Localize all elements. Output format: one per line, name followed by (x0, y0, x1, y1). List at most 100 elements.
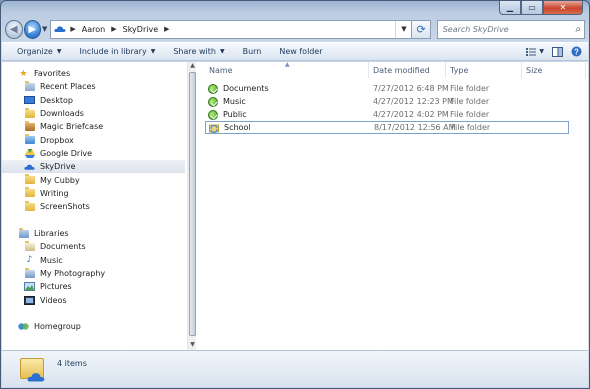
scroll-down-icon[interactable]: ▼ (188, 341, 197, 350)
sidebar-item-dropbox[interactable]: Dropbox (2, 133, 185, 146)
share-with-button[interactable]: Share with ▼ (173, 47, 224, 56)
column-divider[interactable] (368, 62, 369, 78)
sidebar-item-recent-places[interactable]: Recent Places (2, 80, 185, 93)
sidebar-item-screenshots[interactable]: ScreenShots (2, 200, 185, 213)
column-divider[interactable] (445, 62, 446, 78)
column-headers: ▲ Name Date modified Type Size (197, 61, 588, 78)
sidebar-item-my-cubby[interactable]: My Cubby (2, 173, 185, 186)
address-history-dropdown[interactable]: ▼ (395, 20, 411, 38)
breadcrumb-separator-icon[interactable]: ▶ (70, 25, 75, 33)
back-button[interactable]: ◀ (5, 19, 23, 39)
file-date: 7/27/2012 6:48 PM (373, 84, 449, 93)
back-arrow-icon: ◀ (9, 23, 18, 35)
view-details-icon (526, 47, 537, 56)
search-placeholder: Search SkyDrive (442, 24, 509, 34)
file-row[interactable]: Documents 7/27/2012 6:48 PM File folder (205, 82, 569, 95)
refresh-button[interactable]: ⟳ (412, 19, 431, 39)
search-input[interactable]: Search SkyDrive ⌕ (436, 19, 585, 39)
maximize-button[interactable]: ▭ (521, 1, 543, 15)
breadcrumb-skydrive[interactable]: SkyDrive (123, 25, 159, 34)
include-in-library-button[interactable]: Include in library ▼ (79, 47, 155, 56)
burn-button[interactable]: Burn (243, 47, 262, 56)
item-count: 4 items (57, 359, 87, 368)
sidebar-item-pictures[interactable]: Pictures (2, 280, 185, 293)
folder-icon (24, 200, 35, 211)
libraries-section: Libraries Documents ♪ Music My Photograph… (2, 227, 185, 307)
new-folder-button[interactable]: New folder (279, 47, 322, 56)
forward-button[interactable]: ▶ (23, 19, 41, 39)
content-area: ★ Favorites Recent Places Desktop Downlo… (2, 61, 588, 350)
recent-places-icon (24, 80, 35, 91)
sidebar-item-writing[interactable]: Writing (2, 187, 185, 200)
organize-button[interactable]: Organize ▼ (17, 47, 61, 56)
sidebar-item-label: My Photography (40, 269, 106, 279)
file-type: File folder (450, 97, 490, 106)
sidebar-item-downloads[interactable]: Downloads (2, 107, 185, 120)
close-button[interactable]: ✕ (543, 1, 583, 15)
synced-folder-icon (208, 109, 218, 120)
caption-buttons: ▁ ▭ ✕ (499, 1, 583, 15)
sidebar-item-my-photography[interactable]: My Photography (2, 267, 185, 280)
file-row[interactable]: Public 4/27/2012 4:02 PM File folder (205, 108, 569, 121)
sidebar-item-desktop[interactable]: Desktop (2, 94, 185, 107)
file-date: 4/27/2012 4:02 PM (373, 110, 449, 119)
sidebar-item-google-drive[interactable]: Google Drive (2, 147, 185, 160)
sidebar-item-label: Music (40, 255, 63, 265)
skydrive-cloud-icon (26, 368, 46, 387)
column-header-name[interactable]: Name (209, 66, 233, 75)
column-header-date-modified[interactable]: Date modified (373, 66, 430, 75)
file-row-selected[interactable]: School 8/17/2012 12:56 AM File folder (205, 121, 569, 134)
sidebar-item-videos[interactable]: Videos (2, 293, 185, 306)
sidebar-item-skydrive[interactable]: SkyDrive (2, 160, 185, 174)
command-bar: Organize ▼ Include in library ▼ Share with… (2, 42, 588, 61)
breadcrumb-separator-icon[interactable]: ▶ (111, 25, 116, 33)
briefcase-icon (24, 120, 35, 131)
folder-icon (24, 174, 35, 185)
breadcrumb-separator-icon[interactable]: ▶ (164, 25, 169, 33)
google-drive-icon (24, 148, 35, 158)
sidebar-item-label: Writing (40, 188, 69, 198)
preview-pane-button[interactable] (552, 46, 563, 57)
favorites-header[interactable]: ★ Favorites (2, 67, 185, 80)
preview-pane-icon (552, 46, 563, 57)
favorites-section: ★ Favorites Recent Places Desktop Downlo… (2, 67, 185, 213)
libraries-label: Libraries (34, 229, 69, 239)
share-with-label: Share with (173, 47, 216, 56)
organize-label: Organize (17, 47, 53, 56)
homegroup-icon (18, 322, 29, 331)
scrollbar-thumb[interactable] (189, 72, 196, 336)
homegroup-header[interactable]: Homegroup (2, 320, 185, 333)
libraries-header[interactable]: Libraries (2, 227, 185, 240)
downloads-icon (24, 107, 35, 118)
sidebar-item-magic-briefcase[interactable]: Magic Briefcase (2, 120, 185, 133)
column-header-type[interactable]: Type (450, 66, 468, 75)
column-divider[interactable] (585, 62, 586, 78)
file-type: File folder (451, 123, 491, 132)
music-icon: ♪ (26, 255, 33, 266)
photography-icon (24, 267, 35, 278)
change-view-button[interactable]: ▼ (526, 47, 544, 56)
address-bar[interactable]: ▶ Aaron ▶ SkyDrive ▶ ▼ (50, 19, 413, 39)
dropbox-icon (24, 134, 35, 145)
breadcrumb-aaron[interactable]: Aaron (82, 25, 105, 34)
minimize-button[interactable]: ▁ (499, 1, 521, 15)
chevron-down-icon: ▼ (150, 48, 156, 55)
desktop-icon (24, 95, 35, 105)
forward-arrow-icon: ▶ (28, 23, 37, 35)
search-icon: ⌕ (575, 23, 581, 35)
chevron-down-icon: ▼ (56, 48, 62, 55)
column-divider[interactable] (521, 62, 522, 78)
help-button[interactable]: ? (571, 46, 582, 57)
sidebar-item-documents[interactable]: Documents (2, 240, 185, 253)
scroll-up-icon[interactable]: ▲ (188, 62, 197, 71)
sidebar-item-music[interactable]: ♪ Music (2, 254, 185, 267)
sidebar-item-label: My Cubby (40, 175, 80, 185)
file-name: Music (223, 97, 246, 106)
sidebar-item-label: Documents (40, 242, 86, 252)
include-in-library-label: Include in library (79, 47, 147, 56)
sidebar-item-label: Downloads (40, 109, 84, 119)
file-row[interactable]: Music 4/27/2012 12:23 PM File folder (205, 95, 569, 108)
column-header-size[interactable]: Size (526, 66, 542, 75)
navigation-scrollbar[interactable]: ▲ ▼ (187, 62, 196, 350)
recent-pages-dropdown[interactable]: ▼ (42, 25, 47, 33)
